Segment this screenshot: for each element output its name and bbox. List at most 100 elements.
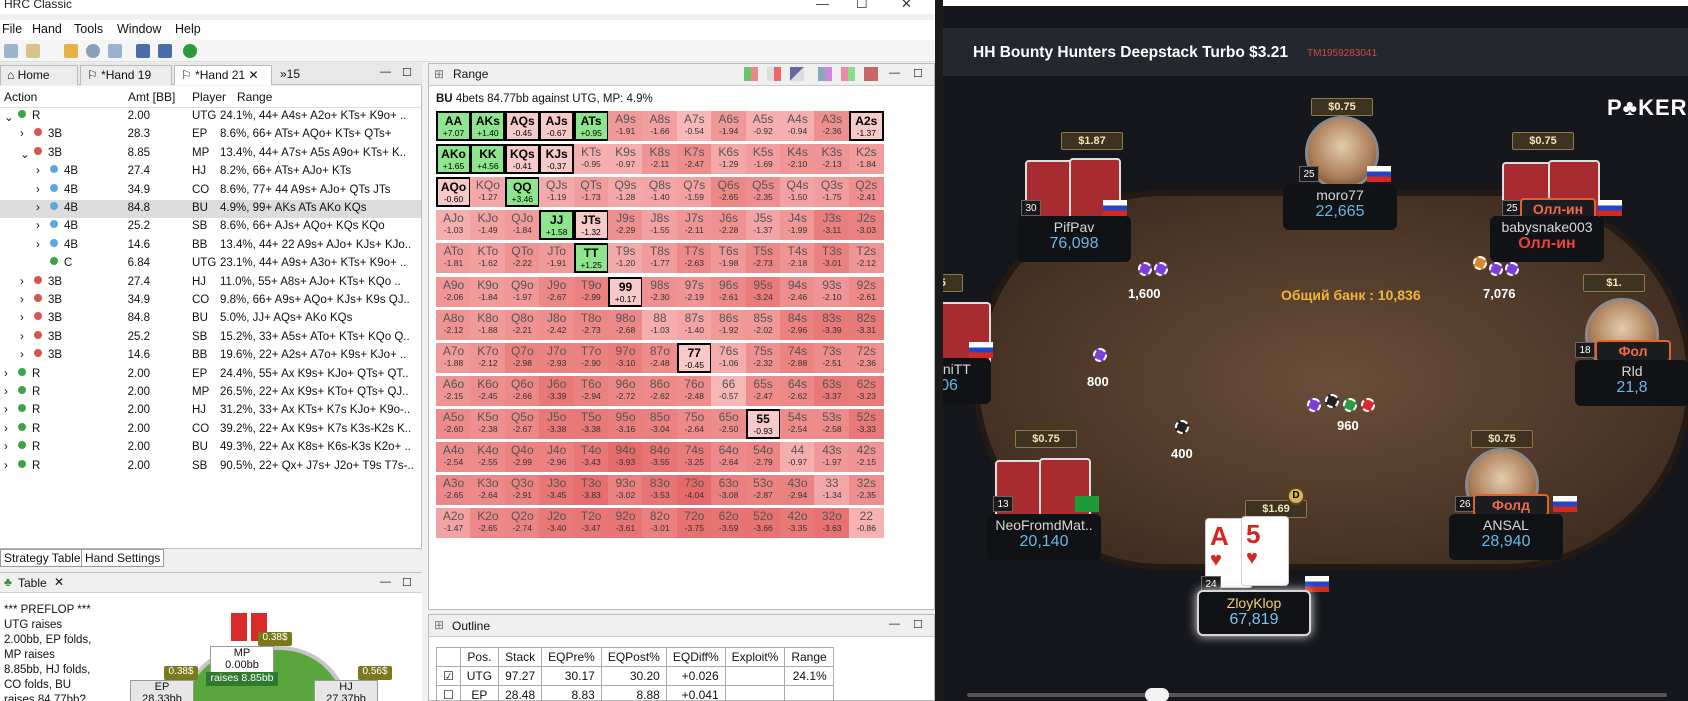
expander-icon[interactable]: ⌄ bbox=[20, 147, 30, 161]
range-cell[interactable]: KJs -0.37 bbox=[539, 144, 575, 175]
tree-row[interactable]: › 3B 34.9 CO 9.8%, 66+ A9s+ AQo+ KJs+ K9s QJ… bbox=[0, 292, 421, 310]
new-icon[interactable] bbox=[26, 44, 40, 58]
mini-seat-ep[interactable]: EP 28.33bb bbox=[130, 680, 194, 701]
range-cell[interactable]: K9o -1.84 bbox=[470, 276, 506, 307]
range-cell[interactable]: Q4o -2.99 bbox=[504, 442, 540, 472]
range-cell[interactable]: T8o -2.73 bbox=[573, 309, 609, 340]
range-cell[interactable]: J8s -1.55 bbox=[642, 210, 678, 241]
range-cell[interactable]: 62s -3.23 bbox=[848, 375, 884, 406]
range-cell[interactable]: 84o -3.55 bbox=[642, 442, 678, 472]
expander-icon[interactable]: › bbox=[4, 404, 8, 416]
tree-row[interactable]: C 6.84 UTG 23.1%, 44+ A9s+ A3o+ KTs+ K9o+ .… bbox=[0, 255, 421, 273]
range-cell[interactable]: K5o -2.38 bbox=[470, 408, 506, 439]
range-cell[interactable]: Q8s -1.40 bbox=[642, 177, 678, 208]
range-cell[interactable]: 99 +0.17 bbox=[608, 276, 643, 307]
checkbox[interactable]: ☑ bbox=[436, 666, 461, 686]
range-cell[interactable]: ATs +0.95 bbox=[573, 111, 609, 141]
range-cell[interactable]: A2s -1.37 bbox=[848, 111, 884, 141]
range-cell[interactable]: 85s -2.02 bbox=[745, 309, 781, 340]
outline-col-header[interactable]: Exploit% bbox=[724, 647, 786, 667]
range-cell[interactable]: T9o -2.99 bbox=[573, 276, 609, 307]
range-cell[interactable]: 64o -2.64 bbox=[711, 442, 747, 472]
range-cell[interactable]: 97s -2.19 bbox=[676, 276, 712, 307]
range-cell[interactable]: KTo -1.62 bbox=[470, 243, 506, 274]
range-cell[interactable]: 64s -2.62 bbox=[780, 375, 815, 406]
tree-row[interactable]: ⌄ 3B 8.85 MP 13.4%, 44+ A7s+ A5s A9o+ KTs+ K… bbox=[0, 145, 421, 163]
tree-row[interactable]: › 3B 14.6 BB 19.6%, 22+ A2s+ A7o+ K9s+ KJo+ … bbox=[0, 347, 421, 365]
range-cell[interactable]: 66 -0.57 bbox=[711, 375, 747, 406]
range-cell[interactable]: A7s -0.54 bbox=[676, 111, 712, 141]
range-cell[interactable]: JJ +1.58 bbox=[539, 210, 575, 241]
run-icon[interactable] bbox=[183, 44, 197, 58]
range-cell[interactable]: T7o -2.90 bbox=[573, 342, 609, 373]
range-cell[interactable]: KTs -0.95 bbox=[573, 144, 609, 175]
outline-col-header[interactable]: Pos. bbox=[459, 647, 500, 667]
range-cell[interactable]: A2o -1.47 bbox=[436, 508, 471, 539]
tree-minimize-icon[interactable]: — bbox=[380, 66, 391, 78]
view-mode-icon[interactable] bbox=[744, 67, 758, 81]
range-cell[interactable]: 83o -3.53 bbox=[642, 475, 678, 506]
range-cell[interactable]: 74s -2.88 bbox=[780, 342, 815, 373]
range-cell[interactable]: Q6s -2.65 bbox=[711, 177, 747, 208]
table-minimize-icon[interactable]: — bbox=[380, 576, 391, 588]
range-cell[interactable]: J4o -2.96 bbox=[539, 442, 575, 472]
range-cell[interactable]: J8o -2.42 bbox=[539, 309, 575, 340]
expander-icon[interactable]: › bbox=[4, 386, 8, 398]
slider-knob[interactable] bbox=[1145, 688, 1169, 701]
range-cell[interactable]: 76s -1.06 bbox=[711, 342, 747, 373]
col-player[interactable]: Player bbox=[192, 90, 226, 104]
range-cell[interactable]: QQ +3.46 bbox=[504, 177, 540, 208]
tree-row[interactable]: › 3B 28.3 EP 8.6%, 66+ ATs+ AQo+ KTs+ QTs+ bbox=[0, 126, 421, 144]
range-cell[interactable]: JTo -1.91 bbox=[539, 243, 575, 274]
range-cell[interactable]: 32s -2.35 bbox=[848, 475, 884, 506]
tree-row[interactable]: › R 2.00 HJ 31.2%, 33+ Ax KTs+ K7s KJo+ K9o-… bbox=[0, 402, 421, 420]
expander-icon[interactable]: › bbox=[20, 349, 24, 361]
tree-row[interactable]: › 4B 14.6 BB 13.4%, 44+ 22 A9s+ AJo+ KJs+ KJ… bbox=[0, 237, 421, 255]
range-cell[interactable]: JTs -1.32 bbox=[573, 210, 609, 241]
range-cell[interactable]: Q7s -1.59 bbox=[676, 177, 712, 208]
range-cell[interactable]: A7o -1.88 bbox=[436, 342, 471, 373]
range-cell[interactable]: AJs -0.67 bbox=[539, 111, 575, 141]
range-cell[interactable]: Q2o -2.74 bbox=[504, 508, 540, 539]
outline-col-header[interactable]: EQDiff% bbox=[665, 647, 726, 667]
range-cell[interactable]: 65s -2.47 bbox=[745, 375, 781, 406]
tab-hand-settings[interactable]: Hand Settings bbox=[81, 549, 165, 567]
range-cell[interactable]: 73s -2.51 bbox=[814, 342, 850, 373]
range-cell[interactable]: 93s -2.10 bbox=[814, 276, 850, 307]
outline-col-header[interactable]: EQPre% bbox=[541, 647, 602, 667]
col-amt[interactable]: Amt [BB] bbox=[128, 90, 175, 104]
range-cell[interactable]: 75s -2.32 bbox=[745, 342, 781, 373]
expander-icon[interactable]: › bbox=[20, 276, 24, 288]
range-cell[interactable]: 63o -3.08 bbox=[711, 475, 747, 506]
tree-row[interactable]: › R 2.00 SB 90.5%, 22+ Qx+ J7s+ J2o+ T9s T7s… bbox=[0, 458, 421, 476]
range-cell[interactable]: 92o -3.61 bbox=[608, 508, 643, 539]
view-mode-icon[interactable] bbox=[790, 67, 804, 81]
range-cell[interactable]: T6s -1.98 bbox=[711, 243, 747, 274]
range-cell[interactable]: K6s -1.29 bbox=[711, 144, 747, 175]
range-cell[interactable]: 98s -2.30 bbox=[642, 276, 678, 307]
range-cell[interactable]: T3s -3.01 bbox=[814, 243, 850, 274]
menu-hand[interactable]: Hand bbox=[32, 22, 62, 36]
expander-icon[interactable]: › bbox=[4, 368, 8, 380]
expander-icon[interactable]: ⌄ bbox=[4, 110, 14, 124]
tree-row[interactable]: › 4B 27.4 HJ 8.2%, 66+ ATs+ AJo+ KTs bbox=[0, 163, 421, 181]
range-cell[interactable]: 54o -2.79 bbox=[745, 442, 781, 472]
range-cell[interactable]: K4o -2.55 bbox=[470, 442, 506, 472]
tab-hand-21[interactable]: ⚐ *Hand 21 ✕ bbox=[174, 65, 272, 85]
range-cell[interactable]: Q8o -2.21 bbox=[504, 309, 540, 340]
range-cell[interactable]: K8s -2.11 bbox=[642, 144, 678, 175]
range-cell[interactable]: K2o -2.65 bbox=[470, 508, 506, 539]
range-cell[interactable]: KQo -1.27 bbox=[470, 177, 506, 208]
range-cell[interactable]: T5s -2.73 bbox=[745, 243, 781, 274]
range-cell[interactable]: AQs -0.45 bbox=[504, 111, 540, 141]
expander-icon[interactable]: › bbox=[20, 312, 24, 324]
range-cell[interactable]: QJo -1.84 bbox=[504, 210, 540, 241]
range-cell[interactable]: 22 -0.86 bbox=[848, 508, 884, 539]
tab-strategy-table[interactable]: Strategy Table bbox=[0, 549, 85, 567]
range-cell[interactable]: K7s -2.47 bbox=[676, 144, 712, 175]
range-cell[interactable]: J4s -1.99 bbox=[780, 210, 815, 241]
range-cell[interactable]: Q4s -1.50 bbox=[780, 177, 815, 208]
range-cell[interactable]: 53o -2.87 bbox=[745, 475, 781, 506]
range-cell[interactable]: 54s -2.54 bbox=[780, 408, 815, 439]
view-mode-icon[interactable] bbox=[841, 67, 855, 81]
